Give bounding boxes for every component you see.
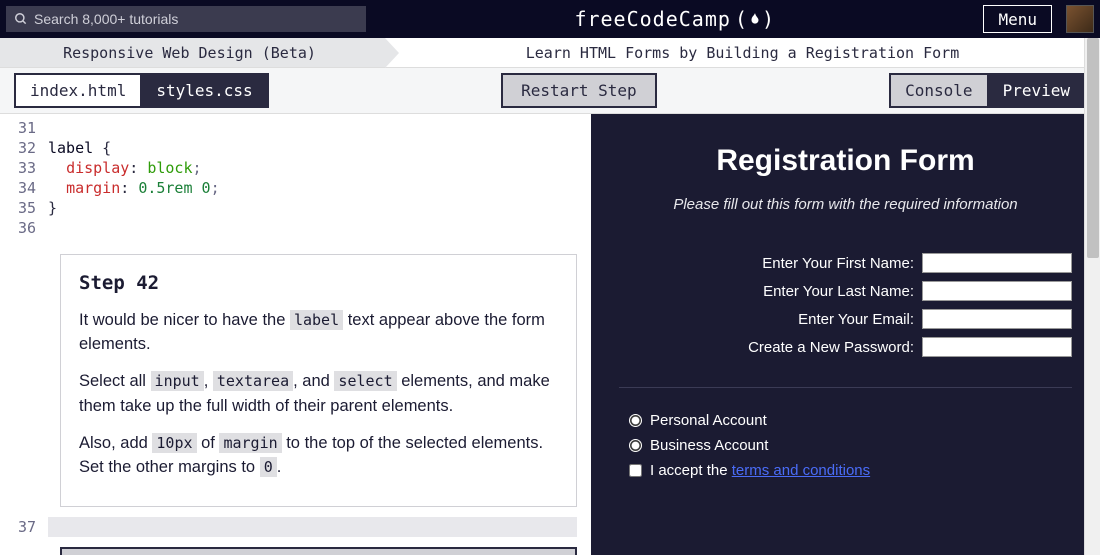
line-no: 31 bbox=[0, 118, 48, 138]
breadcrumb-lesson: Learn HTML Forms by Building a Registrat… bbox=[385, 38, 1100, 67]
preview-pane: Registration Form Please fill out this f… bbox=[591, 114, 1100, 555]
flame-icon: () bbox=[735, 7, 775, 31]
tab-index-html[interactable]: index.html bbox=[14, 73, 142, 108]
divider bbox=[619, 387, 1072, 388]
instruction-card: Step 42 It would be nicer to have the la… bbox=[60, 254, 577, 507]
line-no: 33 bbox=[0, 158, 48, 178]
field-first-name: Enter Your First Name: bbox=[619, 253, 1072, 273]
password-input[interactable] bbox=[922, 337, 1072, 357]
editor-pane: 31 32label { 33 display: block; 34 margi… bbox=[0, 114, 591, 555]
step-text: Select all bbox=[79, 372, 151, 390]
step-text: , bbox=[204, 372, 213, 390]
file-tabs: index.html styles.css bbox=[14, 73, 269, 108]
check-code-button[interactable]: Check Your Code (Ctrl + Enter) bbox=[60, 547, 577, 555]
terms-link[interactable]: terms and conditions bbox=[732, 462, 870, 479]
menu-button[interactable]: Menu bbox=[983, 5, 1052, 33]
accept-text: I accept the bbox=[650, 462, 732, 479]
top-nav: Search 8,000+ tutorials freeCodeCamp () … bbox=[0, 0, 1100, 38]
toolbar: index.html styles.css Restart Step Conso… bbox=[0, 68, 1100, 114]
line-no: 37 bbox=[0, 518, 48, 536]
step-text: Also, add bbox=[79, 434, 152, 452]
step-title: Step 42 bbox=[79, 269, 558, 298]
radio-label: Personal Account bbox=[650, 412, 767, 429]
code-chip-10px: 10px bbox=[152, 433, 196, 453]
terms-checkbox-row[interactable]: I accept the terms and conditions bbox=[619, 462, 1072, 479]
search-input[interactable]: Search 8,000+ tutorials bbox=[6, 6, 366, 32]
field-label: Enter Your First Name: bbox=[762, 255, 914, 272]
last-name-input[interactable] bbox=[922, 281, 1072, 301]
logo: freeCodeCamp () bbox=[374, 7, 975, 31]
step-text: It would be nicer to have the bbox=[79, 311, 290, 329]
line-no: 36 bbox=[0, 218, 48, 238]
field-label: Enter Your Last Name: bbox=[763, 283, 914, 300]
editable-line[interactable]: 37 bbox=[0, 517, 591, 537]
tab-console[interactable]: Console bbox=[889, 73, 988, 108]
page-scrollbar[interactable] bbox=[1084, 38, 1100, 555]
logo-text: freeCodeCamp bbox=[574, 7, 731, 31]
code-chip-label: label bbox=[290, 310, 343, 330]
preview-subheading: Please fill out this form with the requi… bbox=[619, 196, 1072, 213]
code-chip-margin: margin bbox=[219, 433, 281, 453]
step-text: , and bbox=[293, 372, 334, 390]
code-chip-0: 0 bbox=[260, 457, 277, 477]
step-text: of bbox=[197, 434, 220, 452]
field-password: Create a New Password: bbox=[619, 337, 1072, 357]
breadcrumb-course[interactable]: Responsive Web Design (Beta) bbox=[0, 38, 385, 67]
line-no: 35 bbox=[0, 198, 48, 218]
code-chip-textarea: textarea bbox=[213, 371, 293, 391]
radio-business-input[interactable] bbox=[629, 439, 642, 452]
search-placeholder: Search 8,000+ tutorials bbox=[34, 11, 178, 27]
terms-checkbox[interactable] bbox=[629, 464, 642, 477]
breadcrumb: Responsive Web Design (Beta) Learn HTML … bbox=[0, 38, 1100, 68]
code-editor[interactable]: 31 32label { 33 display: block; 34 margi… bbox=[0, 114, 591, 238]
code-chip-input: input bbox=[151, 371, 204, 391]
field-email: Enter Your Email: bbox=[619, 309, 1072, 329]
radio-label: Business Account bbox=[650, 437, 768, 454]
scrollbar-thumb[interactable] bbox=[1087, 38, 1099, 258]
radio-personal-input[interactable] bbox=[629, 414, 642, 427]
radio-business[interactable]: Business Account bbox=[619, 437, 1072, 454]
search-icon bbox=[14, 12, 28, 26]
line-no: 32 bbox=[0, 138, 48, 158]
field-last-name: Enter Your Last Name: bbox=[619, 281, 1072, 301]
field-label: Enter Your Email: bbox=[798, 311, 914, 328]
line-no: 34 bbox=[0, 178, 48, 198]
avatar[interactable] bbox=[1066, 5, 1094, 33]
code-input[interactable] bbox=[48, 517, 577, 537]
preview-heading: Registration Form bbox=[619, 144, 1072, 178]
main-split: 31 32label { 33 display: block; 34 margi… bbox=[0, 114, 1100, 555]
view-tabs: Console Preview bbox=[889, 73, 1086, 108]
first-name-input[interactable] bbox=[922, 253, 1072, 273]
field-label: Create a New Password: bbox=[748, 339, 914, 356]
radio-personal[interactable]: Personal Account bbox=[619, 412, 1072, 429]
step-text: . bbox=[277, 458, 282, 476]
email-input[interactable] bbox=[922, 309, 1072, 329]
code-chip-select: select bbox=[334, 371, 396, 391]
tab-styles-css[interactable]: styles.css bbox=[142, 73, 268, 108]
tab-preview[interactable]: Preview bbox=[989, 73, 1086, 108]
restart-step-button[interactable]: Restart Step bbox=[501, 73, 657, 108]
